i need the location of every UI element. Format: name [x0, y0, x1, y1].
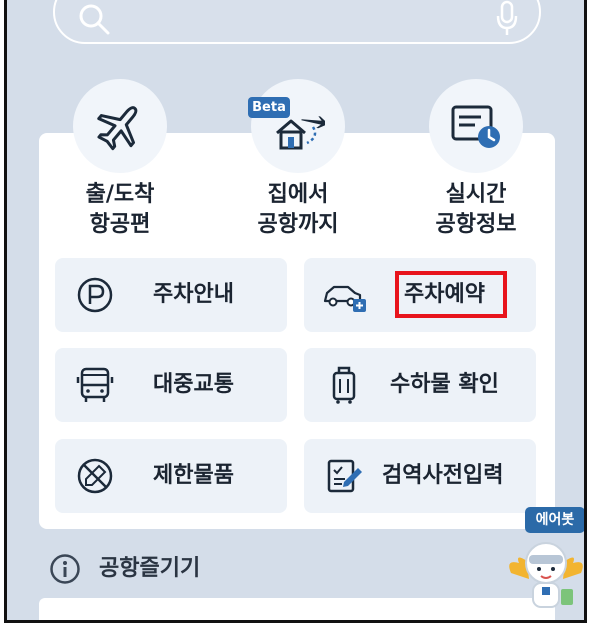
beta-badge: Beta	[248, 97, 290, 118]
home-to-airport-button[interactable]	[251, 79, 345, 173]
search-icon[interactable]	[77, 2, 111, 36]
enjoy-airport-title[interactable]: 공항즐기기	[99, 553, 200, 585]
airplane-icon	[97, 106, 138, 151]
quarantine-preinput-label: 검역사전입력	[382, 463, 504, 488]
quarantine-preinput-button[interactable]: 검역사전입력	[304, 439, 536, 513]
realtime-info-icon	[451, 105, 500, 148]
flights-button[interactable]	[73, 79, 167, 173]
car-reservation-icon	[323, 285, 366, 312]
airbot-mascot-icon[interactable]	[505, 533, 587, 615]
prohibited-items-icon	[77, 458, 113, 494]
parking-icon	[77, 277, 113, 313]
enjoy-airport-card[interactable]	[39, 598, 555, 620]
microphone-icon[interactable]	[495, 0, 519, 36]
restricted-items-label: 제한물품	[153, 463, 234, 488]
quarantine-form-icon	[327, 459, 362, 493]
realtime-info-button[interactable]	[429, 79, 523, 173]
flights-label: 출/도착 항공편	[85, 182, 155, 237]
info-icon	[50, 554, 80, 584]
baggage-check-label: 수하물 확인	[390, 372, 499, 397]
public-transport-label: 대중교통	[153, 372, 234, 397]
search-bar[interactable]	[53, 0, 541, 44]
bus-icon	[76, 367, 114, 402]
luggage-icon	[332, 366, 356, 404]
app-screen: Beta 출/도착 항공편 집에서 공항까지 실시간 공항정보 주차안내 주차예…	[4, 0, 587, 623]
baggage-check-button[interactable]: 수하물 확인	[304, 348, 536, 422]
realtime-info-label: 실시간 공항정보	[435, 182, 517, 237]
public-transport-button[interactable]: 대중교통	[55, 348, 287, 422]
airbot-badge[interactable]: 에어봇	[525, 507, 584, 533]
highlight-box	[395, 271, 507, 318]
parking-info-button[interactable]: 주차안내	[55, 258, 287, 332]
parking-info-label: 주차안내	[153, 282, 234, 307]
restricted-items-button[interactable]: 제한물품	[55, 439, 287, 513]
home-to-airport-label: 집에서 공항까지	[257, 182, 339, 237]
